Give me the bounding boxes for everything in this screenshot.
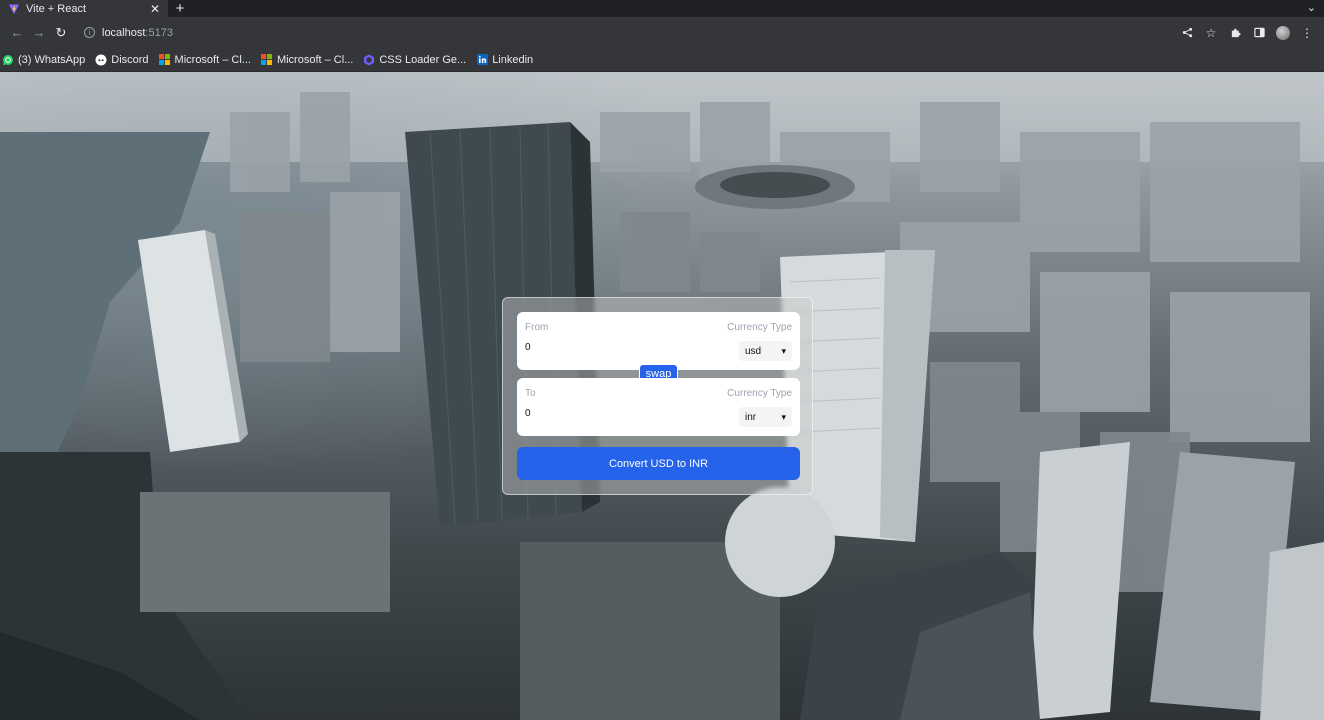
- vite-icon: [9, 4, 19, 14]
- to-amount-input[interactable]: 0: [525, 408, 705, 426]
- chevron-down-icon: ▾: [781, 345, 786, 356]
- url-port: :5173: [145, 26, 173, 39]
- page-viewport: From Currency Type 0 usd ▾ swap To Curre…: [0, 72, 1324, 720]
- tab-title: Vite + React: [26, 2, 87, 15]
- bookmark-microsoft-1[interactable]: Microsoft – Cl...: [159, 54, 257, 66]
- bookmark-discord[interactable]: Discord: [95, 54, 154, 66]
- bookmark-label: CSS Loader Ge...: [379, 53, 467, 66]
- bookmark-label: Microsoft – Cl...: [174, 53, 251, 66]
- tab-search-icon[interactable]: ⌄: [1307, 1, 1316, 14]
- to-currency-select[interactable]: inr ▾: [739, 407, 792, 427]
- css-loader-icon: [363, 54, 375, 66]
- from-label: From: [525, 322, 549, 333]
- address-bar[interactable]: i localhost:5173: [78, 20, 1176, 45]
- sidebar-icon[interactable]: [1248, 22, 1270, 44]
- bookmark-linkedin[interactable]: Linkedin: [476, 54, 539, 66]
- bookmarks-bar: (3) WhatsApp Discord Microsoft – Cl... M…: [0, 48, 1324, 72]
- chevron-down-icon: ▾: [781, 411, 786, 422]
- from-currency-select[interactable]: usd ▾: [739, 341, 792, 361]
- from-currency-value: usd: [745, 345, 762, 357]
- site-info-icon[interactable]: i: [84, 27, 95, 38]
- microsoft-icon: [159, 54, 171, 66]
- url-host: localhost: [102, 26, 146, 39]
- bookmark-microsoft-2[interactable]: Microsoft – Cl...: [261, 54, 359, 66]
- bookmark-label: (3) WhatsApp: [18, 53, 86, 66]
- share-icon[interactable]: [1176, 22, 1198, 44]
- discord-icon: [95, 54, 107, 66]
- browser-toolbar: ← → ↻ i localhost:5173 ☆ ⋮: [0, 17, 1324, 48]
- profile-avatar[interactable]: [1272, 22, 1294, 44]
- to-currency-type-label: Currency Type: [727, 388, 792, 399]
- menu-icon[interactable]: ⋮: [1296, 22, 1318, 44]
- toolbar-actions: ☆ ⋮: [1176, 22, 1318, 44]
- bookmark-label: Microsoft – Cl...: [276, 53, 354, 66]
- whatsapp-icon: [2, 54, 14, 66]
- bookmark-css-loader[interactable]: CSS Loader Ge...: [363, 54, 472, 66]
- back-button[interactable]: ←: [6, 22, 28, 44]
- to-label: To: [525, 388, 536, 399]
- extensions-icon[interactable]: [1224, 22, 1246, 44]
- to-field: To Currency Type 0 inr ▾: [517, 378, 800, 436]
- from-amount-input[interactable]: 0: [525, 342, 705, 360]
- from-field: From Currency Type 0 usd ▾: [517, 312, 800, 370]
- bookmark-whatsapp[interactable]: (3) WhatsApp: [2, 54, 91, 66]
- microsoft-icon: [261, 54, 273, 66]
- linkedin-icon: [476, 54, 488, 66]
- forward-button[interactable]: →: [28, 22, 50, 44]
- from-currency-type-label: Currency Type: [727, 322, 792, 333]
- bookmark-label: Discord: [111, 53, 149, 66]
- tab-close-icon[interactable]: ✕: [148, 2, 162, 16]
- to-currency-value: inr: [745, 411, 757, 423]
- tab-strip: Vite + React ✕ + ⌄: [0, 0, 1324, 17]
- star-icon[interactable]: ☆: [1200, 22, 1222, 44]
- convert-button[interactable]: Convert USD to INR: [517, 447, 800, 480]
- new-tab-button[interactable]: +: [168, 0, 192, 17]
- browser-tab[interactable]: Vite + React ✕: [0, 0, 168, 17]
- currency-converter-card: From Currency Type 0 usd ▾ swap To Curre…: [502, 297, 813, 495]
- reload-button[interactable]: ↻: [50, 22, 72, 44]
- bookmark-label: Linkedin: [492, 53, 534, 66]
